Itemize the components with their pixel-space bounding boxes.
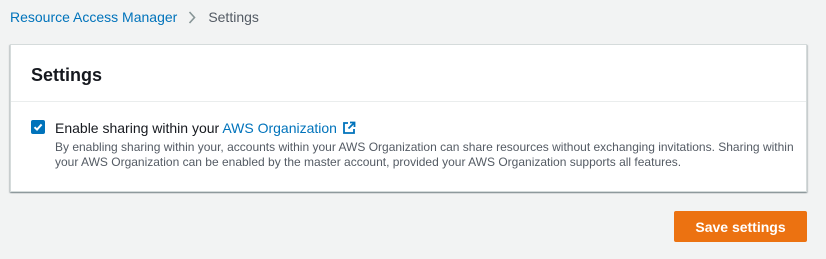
- enable-sharing-description: By enabling sharing within your, account…: [55, 140, 794, 169]
- breadcrumb-item-settings: Settings: [208, 9, 259, 25]
- settings-panel: Settings Enable sharing within your AWS …: [10, 44, 807, 192]
- breadcrumb: Resource Access Manager Settings: [10, 9, 259, 25]
- panel-title: Settings: [31, 65, 103, 85]
- chevron-right-icon: [188, 10, 196, 24]
- enable-sharing-label: Enable sharing within your AWS Organizat…: [55, 119, 356, 139]
- aws-organization-link[interactable]: AWS Organization: [222, 120, 337, 136]
- external-link-icon[interactable]: [342, 121, 356, 139]
- save-settings-button[interactable]: Save settings: [674, 211, 807, 242]
- panel-header: Settings: [11, 45, 806, 102]
- checkmark-icon: [33, 123, 43, 132]
- enable-sharing-checkbox[interactable]: [31, 120, 45, 134]
- breadcrumb-item-resource-access-manager[interactable]: Resource Access Manager: [10, 9, 177, 25]
- enable-sharing-label-text: Enable sharing within your: [55, 120, 223, 136]
